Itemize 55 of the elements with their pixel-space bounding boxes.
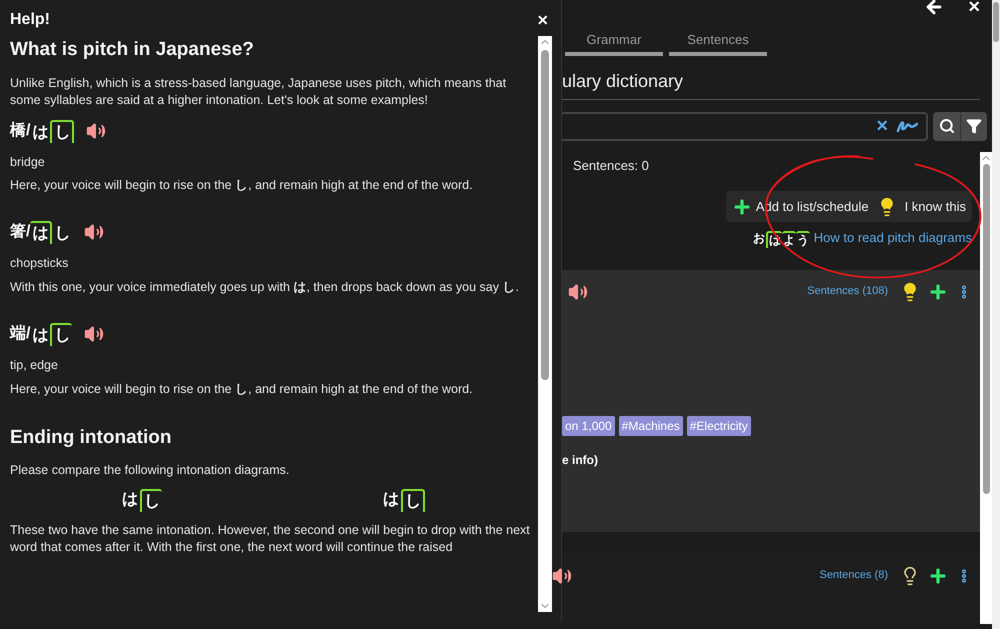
paragraph: With this one, your voice immediately goes up with は, then drops back down as you say し. — [10, 279, 520, 296]
clear-button[interactable]: × — [876, 116, 888, 136]
paragraph: These two have the same intonation. However, the second one will begin to drop with the next word that comes after it. With the first one, the next word will continue the raised — [10, 522, 531, 556]
section-heading: What is pitch in Japanese? — [10, 38, 255, 62]
search-icon — [938, 118, 954, 134]
mora: は — [382, 490, 400, 510]
speaker-icon[interactable] — [84, 222, 104, 242]
kanji-text: 箸/ — [10, 222, 30, 242]
speaker-icon[interactable] — [552, 566, 572, 586]
filter-icon — [966, 118, 982, 134]
handwriting-icon[interactable] — [896, 119, 918, 133]
scrollbar[interactable] — [538, 36, 552, 612]
paragraph: Unlike English, which is a stress-based language, Japanese uses pitch, which means that some syllables are said at a higher intonation. Let's look at some examples! — [10, 74, 508, 108]
section-heading: Ending intonation — [10, 426, 172, 450]
speaker-icon[interactable] — [86, 120, 106, 140]
word-meaning: tip, edge — [10, 357, 59, 374]
back-icon[interactable] — [924, 0, 944, 17]
word-meaning: chopsticks — [10, 255, 70, 272]
sentence-count: Sentences: 0 — [572, 156, 650, 174]
sentences-link[interactable]: Sentences (8) — [820, 567, 888, 584]
know-button[interactable]: I know this — [876, 196, 966, 216]
kanji-text: 端/ — [10, 324, 30, 344]
close-button[interactable]: × — [537, 11, 548, 29]
mora: は — [121, 490, 139, 510]
dialog-title: Help! — [10, 10, 50, 30]
mora: は — [30, 221, 52, 244]
search-field[interactable]: × — [562, 112, 928, 140]
add-icon[interactable] — [928, 566, 948, 586]
add-icon[interactable] — [928, 282, 948, 302]
word-meaning: bridge — [10, 154, 46, 171]
paragraph: Please compare the following intonation diagrams. — [10, 462, 290, 480]
pitch-diagram-link[interactable]: How to read pitch diagrams — [814, 228, 972, 248]
speaker-icon[interactable] — [568, 282, 588, 302]
close-button[interactable]: × — [968, 0, 980, 17]
mora: よ — [782, 230, 796, 248]
mora: は — [31, 326, 50, 346]
mora: し — [140, 489, 162, 512]
paragraph: Here, your voice will begin to rise on the し, and remain high at the end of the word. — [10, 177, 474, 194]
scrollbar[interactable] — [980, 152, 992, 624]
tab[interactable]: Sentences — [669, 30, 767, 56]
mora: お — [752, 230, 766, 246]
mora: う — [796, 230, 810, 248]
mora: し — [53, 224, 72, 244]
mora: し — [50, 120, 74, 142]
speaker-icon[interactable] — [84, 324, 104, 344]
page-title: ulary dictionary — [562, 70, 684, 90]
info-text: e info) — [562, 452, 599, 468]
sentences-link[interactable]: Sentences (108) — [807, 283, 888, 300]
kanji-text: 橋/ — [10, 120, 30, 140]
mora: し — [50, 323, 72, 346]
mora: は — [31, 122, 50, 142]
tab[interactable]: Grammar — [565, 30, 663, 56]
mora: し — [401, 489, 425, 512]
paragraph: Here, your voice will begin to rise on the し, and remain high at the end of the word. — [10, 380, 474, 398]
plus-icon — [732, 196, 752, 216]
